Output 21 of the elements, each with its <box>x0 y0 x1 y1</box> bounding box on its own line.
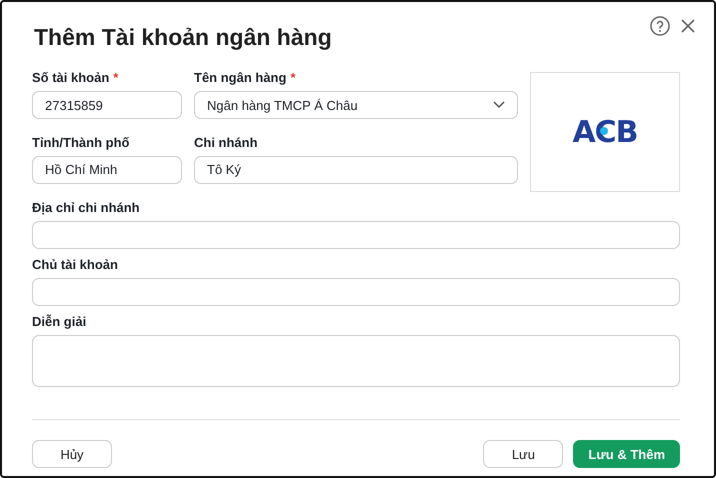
field-label: Địa chỉ chi nhánh <box>32 200 140 215</box>
field-label: Tên ngân hàng <box>194 70 286 85</box>
field-label: Diễn giải <box>32 314 86 329</box>
required-mark: * <box>113 70 118 85</box>
dialog-title: Thêm Tài khoản ngân hàng <box>34 24 332 51</box>
chevron-down-icon <box>493 101 505 109</box>
input-field[interactable]: Hồ Chí Minh <box>32 156 182 184</box>
field-label: Số tài khoản <box>32 70 110 85</box>
save-and-add-button[interactable]: Lưu & Thêm <box>573 440 680 468</box>
help-icon[interactable] <box>650 16 670 36</box>
bank-select[interactable]: Ngân hàng TMCP Á Châu <box>194 91 518 119</box>
field-label: Chủ tài khoản <box>32 257 118 272</box>
secondary-button[interactable]: Lưu <box>483 440 564 468</box>
field-label: Tỉnh/Thành phố <box>32 134 130 150</box>
bank-logo: ACB <box>572 114 638 150</box>
input-field[interactable]: Tô Ký <box>194 156 518 184</box>
input-field[interactable]: 27315859 <box>32 91 182 119</box>
secondary-button[interactable]: Hủy <box>32 440 112 468</box>
required-mark: * <box>290 70 296 85</box>
field-label: Chi nhánh <box>194 134 258 150</box>
close-icon[interactable] <box>680 18 696 34</box>
